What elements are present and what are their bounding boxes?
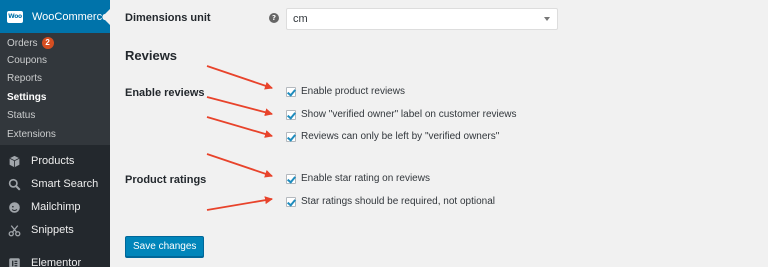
arrow-annotation <box>206 116 273 138</box>
arrow-annotation <box>206 96 273 117</box>
annotation-arrows <box>206 65 273 211</box>
arrow-annotation <box>206 65 273 90</box>
arrow-annotation <box>206 196 273 211</box>
arrow-annotation <box>206 153 273 178</box>
